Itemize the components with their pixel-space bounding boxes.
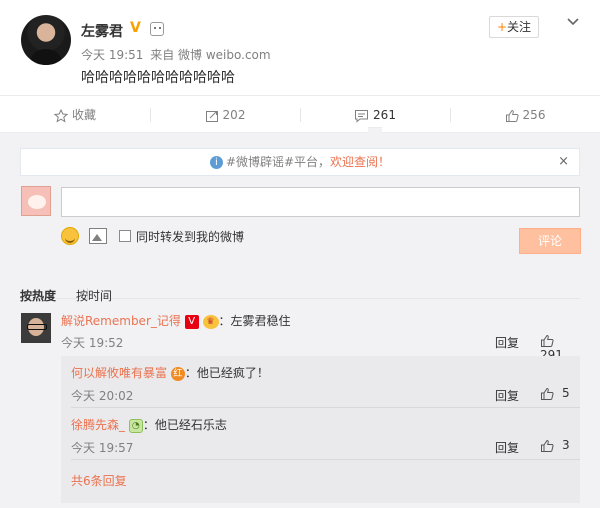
follow-label: 关注 <box>507 20 532 34</box>
post-content: 哈哈哈哈哈哈哈哈哈哈哈 <box>81 70 235 86</box>
author-avatar[interactable] <box>21 15 71 65</box>
emoji-icon[interactable] <box>61 227 79 245</box>
vip-badge-icon: V <box>184 314 199 329</box>
fan-badge-icon: ◔ <box>128 418 143 433</box>
favorite-label: 收藏 <box>71 108 96 122</box>
close-icon[interactable]: × <box>558 149 569 175</box>
thumbs-up-icon <box>541 439 554 452</box>
sub-replies: 何以解攸唯有暴富 红：他已经疯了！ 今天 20:02 回复 5 徐腾先森_ ◔：… <box>61 356 580 503</box>
sub-reply-like-count: 3 <box>562 438 570 452</box>
robot-icon <box>150 22 164 36</box>
commenter-avatar[interactable] <box>21 313 51 343</box>
sub-reply-body: ：他已经疯了！ <box>184 366 269 380</box>
also-repost-label[interactable]: 同时转发到我的微博 <box>136 228 244 245</box>
sub-reply-body: ：他已经石乐志 <box>142 418 227 432</box>
thumbs-up-icon <box>505 109 519 122</box>
sub-reply-item: 徐腾先森_ ◔ ：他已经石乐志 今天 19:57 回复 3 <box>71 408 580 460</box>
comment-text: 解说Remember_记得 V ♛ ：左雾君稳住 <box>61 312 291 329</box>
sub-reply-item: 何以解攸唯有暴富 红：他已经疯了！ 今天 20:02 回复 5 <box>71 356 580 408</box>
info-icon: i <box>209 156 223 169</box>
comment-icon <box>355 109 369 123</box>
post-meta: 今天 19:51 来自 微博 weibo.com <box>81 46 274 63</box>
reply-button[interactable]: 回复 <box>495 387 519 404</box>
follow-button[interactable]: +关注 <box>489 16 539 38</box>
post-time[interactable]: 今天 19:51 <box>81 48 143 62</box>
notice-text: #微博辟谣#平台， <box>225 155 331 169</box>
sub-reply-text: 徐腾先森_ ◔ ：他已经石乐志 <box>71 416 227 433</box>
notice-link[interactable]: 欢迎查阅！ <box>330 155 390 169</box>
repost-icon <box>205 110 218 122</box>
rumor-notice-banner: i #微博辟谣#平台，欢迎查阅！ × <box>20 148 580 176</box>
sub-reply-like-count: 5 <box>562 386 570 400</box>
all-replies-link[interactable]: 共6条回复 <box>71 472 127 489</box>
sub-replier-name[interactable]: 何以解攸唯有暴富 <box>71 366 167 380</box>
sub-replier-name[interactable]: 徐腾先森_ <box>71 418 125 432</box>
thumbs-up-icon <box>541 334 554 347</box>
repost-count: 202 <box>222 108 246 122</box>
sort-by-time-tab[interactable]: 按时间 <box>76 287 112 304</box>
star-icon <box>53 108 68 123</box>
reply-button[interactable]: 回复 <box>495 334 519 351</box>
action-bar: 收藏 202 261 256 <box>0 95 600 135</box>
comment-time: 今天 19:52 <box>61 336 124 350</box>
like-button[interactable]: 256 <box>450 96 600 134</box>
comment-input[interactable] <box>61 187 580 217</box>
image-icon[interactable] <box>89 228 107 244</box>
comment-item: 解说Remember_记得 V ♛ ：左雾君稳住 今天 19:52 回复 291 <box>20 311 580 362</box>
repost-button[interactable]: 202 <box>150 96 300 134</box>
sub-reply-time: 今天 19:57 <box>71 441 134 455</box>
sub-reply-like-button[interactable]: 3 <box>540 438 570 453</box>
red-badge-icon: 红 <box>170 366 185 381</box>
weibo-post: 左雾君 V 今天 19:51 来自 微博 weibo.com 哈哈哈哈哈哈哈哈哈… <box>0 0 600 95</box>
comment-body: ：左雾君稳住 <box>218 314 291 328</box>
like-count: 256 <box>522 108 546 122</box>
verified-badge-icon: V <box>130 20 141 36</box>
my-avatar <box>21 186 51 216</box>
reply-button[interactable]: 回复 <box>495 439 519 456</box>
author-name[interactable]: 左雾君 <box>81 21 123 41</box>
sub-reply-text: 何以解攸唯有暴富 红：他已经疯了！ <box>71 364 269 381</box>
favorite-button[interactable]: 收藏 <box>0 96 150 134</box>
commenter-name[interactable]: 解说Remember_记得 <box>61 314 181 328</box>
comment-button[interactable]: 261 <box>300 96 450 135</box>
post-source[interactable]: 来自 微博 weibo.com <box>150 48 270 62</box>
thumbs-up-icon <box>541 387 554 400</box>
chevron-down-icon[interactable] <box>566 15 580 29</box>
comment-section: i #微博辟谣#平台，欢迎查阅！ × 同时转发到我的微博 评论 按热度 按时间 解… <box>0 133 600 508</box>
submit-comment-button[interactable]: 评论 <box>519 228 581 254</box>
crown-badge-icon: ♛ <box>202 314 219 329</box>
sub-reply-like-button[interactable]: 5 <box>540 386 570 401</box>
sub-reply-time: 今天 20:02 <box>71 389 134 403</box>
comment-count: 261 <box>373 108 396 122</box>
follow-plus-icon: + <box>496 20 508 34</box>
sort-bar: 按热度 按时间 <box>20 269 580 303</box>
sort-by-hot-tab[interactable]: 按热度 <box>20 287 56 304</box>
also-repost-checkbox[interactable] <box>119 230 131 242</box>
